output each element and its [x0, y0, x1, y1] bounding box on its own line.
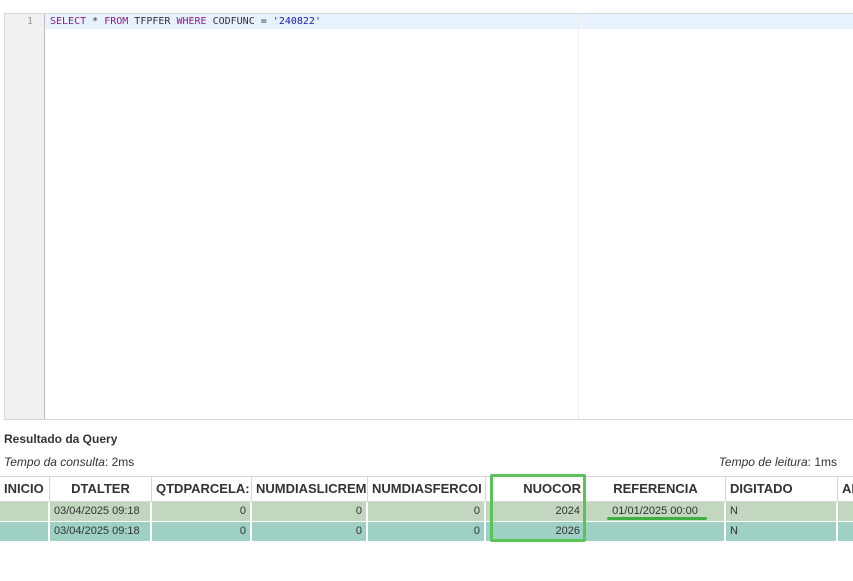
cell-digitado[interactable]: N	[726, 502, 838, 521]
column-header-numdiaslicrem[interactable]: NUMDIASLICREM	[252, 477, 368, 501]
cell-ai[interactable]	[838, 522, 853, 541]
cell-dtalter[interactable]: 03/04/2025 09:18	[50, 502, 152, 521]
line-gutter: 1	[5, 14, 45, 419]
keyword-from: FROM	[104, 16, 129, 27]
column-header-numdiasfercoi[interactable]: NUMDIASFERCOI	[368, 477, 486, 501]
cell-digitado[interactable]: N	[726, 522, 838, 541]
nuocor-highlight-box	[490, 474, 586, 542]
query-time: Tempo da consulta: 2ms	[4, 455, 134, 469]
column-header-ai[interactable]: AI	[838, 477, 853, 501]
results-grid: INICIO DTALTER QTDPARCELA: NUMDIASLICREM…	[0, 476, 853, 546]
sql-code-line[interactable]: SELECT * FROM TFPFER WHERE CODFUNC = '24…	[50, 16, 321, 27]
line-number: 1	[26, 16, 33, 27]
read-time-value: : 1ms	[807, 455, 837, 469]
cell-ai[interactable]	[838, 502, 853, 521]
keyword-select: SELECT	[50, 16, 87, 27]
query-time-label: Tempo da consulta	[4, 455, 105, 469]
sql-table: TFPFER	[128, 16, 177, 27]
read-time: Tempo de leitura: 1ms	[719, 455, 837, 469]
column-header-referencia[interactable]: REFERENCIA	[586, 477, 726, 501]
cell-inicio[interactable]	[0, 522, 50, 541]
table-row[interactable]: 03/04/2025 09:18 0 0 0 2026 N	[0, 522, 853, 541]
cell-numdiaslicrem[interactable]: 0	[252, 502, 368, 521]
column-header-digitado[interactable]: DIGITADO	[726, 477, 838, 501]
read-time-label: Tempo de leitura	[718, 455, 808, 469]
print-margin	[578, 14, 579, 419]
cell-referencia[interactable]	[586, 522, 726, 541]
sql-string-value: '240822'	[272, 16, 321, 27]
grid-header-row: INICIO DTALTER QTDPARCELA: NUMDIASLICREM…	[0, 476, 853, 502]
cell-numdiasfercoi[interactable]: 0	[368, 522, 486, 541]
sql-editor[interactable]: 1 SELECT * FROM TFPFER WHERE CODFUNC = '…	[4, 13, 853, 420]
query-time-value: : 2ms	[104, 455, 135, 469]
table-row[interactable]: 03/04/2025 09:18 0 0 0 2024 01/01/2025 0…	[0, 502, 853, 521]
results-title: Resultado da Query	[4, 432, 118, 446]
sql-condition: CODFUNC =	[206, 16, 273, 27]
cell-dtalter[interactable]: 03/04/2025 09:18	[50, 522, 152, 541]
cell-numdiasfercoi[interactable]: 0	[368, 502, 486, 521]
cell-numdiaslicrem[interactable]: 0	[252, 522, 368, 541]
column-header-dtalter[interactable]: DTALTER	[50, 477, 152, 501]
keyword-where: WHERE	[176, 16, 207, 27]
cell-qtdparcelas[interactable]: 0	[152, 502, 252, 521]
sql-star: *	[86, 16, 105, 27]
column-header-qtdparcelas[interactable]: QTDPARCELA:	[152, 477, 252, 501]
column-header-inicio[interactable]: INICIO	[0, 477, 50, 501]
cell-qtdparcelas[interactable]: 0	[152, 522, 252, 541]
cell-inicio[interactable]	[0, 502, 50, 521]
referencia-underline	[607, 517, 707, 520]
